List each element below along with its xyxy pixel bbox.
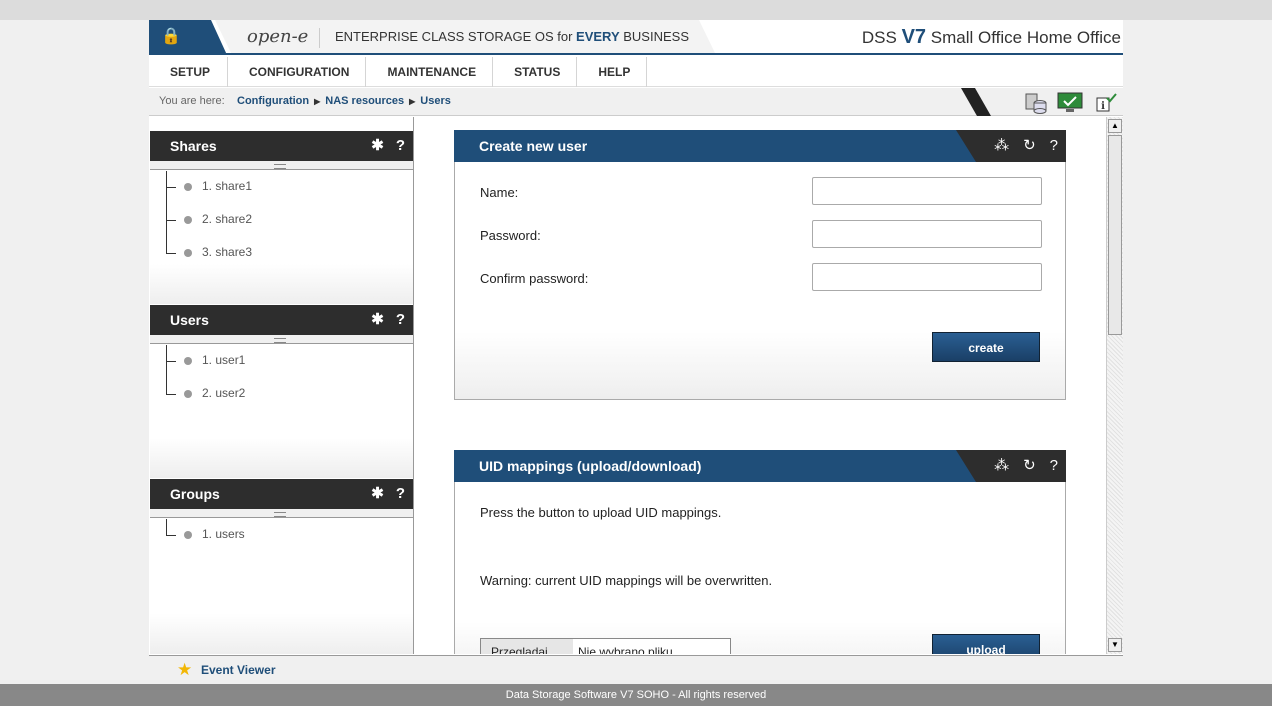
uid-mappings-box: UID mappings (upload/download) ⁂ ↻? Press… <box>454 450 1066 654</box>
product-pre: DSS <box>861 28 902 47</box>
user-label: 1. user1 <box>202 353 246 367</box>
create-user-box: Create new user ⁂ ↻? Name: Password: Conf… <box>454 130 1066 400</box>
groups-panel-header: Groups ✱? <box>150 479 413 509</box>
gear-icon[interactable]: ✱ <box>371 137 384 154</box>
bullet-icon <box>184 249 192 257</box>
share-label: 2. share2 <box>202 212 253 226</box>
shares-resize-handle[interactable] <box>150 161 413 170</box>
users-panel-title: Users <box>170 312 209 328</box>
event-viewer-link[interactable]: Event Viewer <box>201 663 275 677</box>
bullet-icon <box>184 357 192 365</box>
browser-top-strip <box>0 0 1272 20</box>
bullet-icon <box>184 183 192 191</box>
star-icon: ★ <box>177 660 193 679</box>
bullet-icon <box>184 531 192 539</box>
bullet-icon <box>184 216 192 224</box>
event-viewer-bar: ★ Event Viewer <box>149 655 1123 684</box>
menu-maintenance[interactable]: MAINTENANCE <box>366 57 494 87</box>
info-check-icon[interactable]: i <box>1093 92 1119 114</box>
scroll-down-icon[interactable]: ▼ <box>1108 638 1122 652</box>
browse-button[interactable]: Przeglądaj... <box>480 638 574 654</box>
breadcrumb-arrow-icon: ▶ <box>409 97 416 106</box>
name-input[interactable] <box>812 177 1042 205</box>
product-post: Small Office Home Office <box>926 28 1121 47</box>
breadcrumb-label: You are here: <box>159 95 225 107</box>
help-icon[interactable]: ? <box>1050 137 1058 154</box>
breadcrumb: You are here: Configuration ▶ NAS resource… <box>149 88 1123 116</box>
loading-icon: ⁂ <box>994 457 1010 474</box>
header: 🔒 open-e ENTERPRISE CLASS STORAGE OS for… <box>149 20 1123 55</box>
uid-info-text: Press the button to upload UID mappings. <box>480 505 722 520</box>
help-icon[interactable]: ? <box>396 137 405 154</box>
tagline-post: BUSINESS <box>619 29 689 44</box>
uid-mappings-title: UID mappings (upload/download) <box>479 458 702 474</box>
uid-warning-text: Warning: current UID mappings will be ov… <box>480 573 773 588</box>
help-icon[interactable]: ? <box>1050 457 1058 474</box>
main-content: Create new user ⁂ ↻? Name: Password: Conf… <box>415 117 1105 654</box>
create-user-title: Create new user <box>479 138 588 154</box>
confirm-password-input[interactable] <box>812 263 1042 291</box>
shares-list: 1. share1 2. share2 3. share3 <box>150 171 413 304</box>
logo-text: open-e <box>247 26 309 47</box>
product-version: V7 <box>901 26 927 48</box>
gear-icon[interactable]: ✱ <box>371 311 384 328</box>
help-icon[interactable]: ? <box>396 485 405 502</box>
app-window: 🔒 open-e ENTERPRISE CLASS STORAGE OS for… <box>149 20 1123 684</box>
groups-panel-title: Groups <box>170 486 220 502</box>
name-label: Name: <box>480 185 519 200</box>
breadcrumb-configuration[interactable]: Configuration <box>237 95 309 107</box>
help-icon[interactable]: ? <box>396 311 405 328</box>
footer: Data Storage Software V7 SOHO - All righ… <box>0 684 1272 706</box>
monitor-check-icon[interactable] <box>1057 92 1083 114</box>
users-list: 1. user1 2. user2 <box>150 345 413 478</box>
bullet-icon <box>184 390 192 398</box>
breadcrumb-users[interactable]: Users <box>420 95 451 107</box>
refresh-icon[interactable]: ↻ <box>1023 457 1036 474</box>
database-icon[interactable] <box>1023 92 1049 114</box>
product-name: DSS V7 Small Office Home Office <box>862 26 1121 49</box>
breadcrumb-nas-resources[interactable]: NAS resources <box>325 95 404 107</box>
groups-list: 1. users <box>150 519 413 654</box>
users-panel-header: Users ✱? <box>150 305 413 335</box>
share-label: 3. share3 <box>202 245 253 259</box>
tagline-em: EVERY <box>576 29 620 44</box>
breadcrumb-divider <box>961 88 991 116</box>
main-scrollbar[interactable]: ▲ ▼ <box>1106 117 1123 654</box>
group-label: 1. users <box>202 527 245 541</box>
breadcrumb-path: Configuration ▶ NAS resources ▶ Users <box>237 95 451 107</box>
shares-panel-header: Shares ✱? <box>150 131 413 161</box>
refresh-icon[interactable]: ↻ <box>1023 137 1036 154</box>
gear-icon[interactable]: ✱ <box>371 485 384 502</box>
logo: open-e <box>247 26 308 47</box>
scroll-thumb[interactable] <box>1108 135 1122 335</box>
menu-status[interactable]: STATUS <box>493 57 578 87</box>
menu-configuration[interactable]: CONFIGURATION <box>228 57 367 87</box>
confirm-password-label: Confirm password: <box>480 271 589 286</box>
create-button[interactable]: create <box>932 332 1040 362</box>
shares-panel-title: Shares <box>170 138 217 154</box>
menu-help[interactable]: HELP <box>577 57 648 87</box>
uid-mappings-header: UID mappings (upload/download) ⁂ ↻? <box>454 450 1066 482</box>
menu-setup[interactable]: SETUP <box>149 57 228 87</box>
logo-divider <box>319 28 320 48</box>
lock-icon: 🔒 <box>161 28 181 45</box>
tagline: ENTERPRISE CLASS STORAGE OS for EVERY BU… <box>335 29 689 44</box>
upload-button[interactable]: upload <box>932 634 1040 654</box>
loading-icon: ⁂ <box>994 137 1010 154</box>
main-menu: SETUP CONFIGURATION MAINTENANCE STATUS HELP <box>149 57 1123 87</box>
breadcrumb-arrow-icon: ▶ <box>314 97 321 106</box>
scroll-up-icon[interactable]: ▲ <box>1108 119 1122 133</box>
share-label: 1. share1 <box>202 179 253 193</box>
left-sidebar: Shares ✱? 1. share1 2. share2 3. share3 … <box>149 117 414 654</box>
create-user-header: Create new user ⁂ ↻? <box>454 130 1066 162</box>
file-status: Nie wybrano pliku. <box>573 638 731 654</box>
password-label: Password: <box>480 228 541 243</box>
users-resize-handle[interactable] <box>150 335 413 344</box>
svg-text:i: i <box>1101 101 1105 112</box>
password-input[interactable] <box>812 220 1042 248</box>
user-label: 2. user2 <box>202 386 246 400</box>
tagline-pre: ENTERPRISE CLASS STORAGE OS for <box>335 29 577 44</box>
groups-resize-handle[interactable] <box>150 509 413 518</box>
lock-button[interactable]: 🔒 <box>149 20 227 55</box>
